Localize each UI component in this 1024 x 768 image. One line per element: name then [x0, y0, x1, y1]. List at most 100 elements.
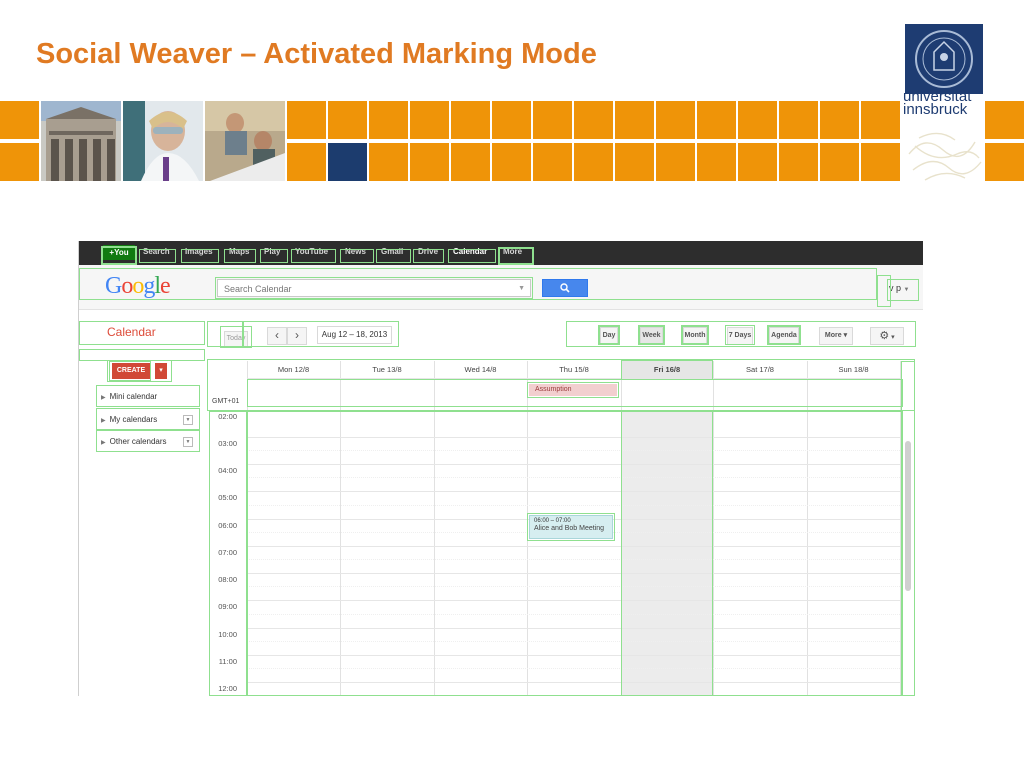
gbar-youtube-link[interactable]: YouTube	[295, 247, 328, 256]
banner-tile	[656, 101, 695, 139]
grid-divider	[247, 668, 900, 669]
gbar-images-link[interactable]: Images	[185, 247, 213, 256]
create-menu-button[interactable]: ▾	[155, 363, 167, 379]
view-7days-button[interactable]: 7 Days	[727, 327, 753, 345]
banner-tile	[451, 101, 490, 139]
calendar-app-title: Calendar	[107, 325, 156, 339]
chevron-down-icon[interactable]: ▼	[183, 415, 193, 425]
banner-tile	[861, 101, 900, 139]
banner-tile-navy	[328, 143, 367, 181]
sidebar-item-mini-calendar[interactable]: ▶ Mini calendar	[99, 387, 197, 407]
scrollbar[interactable]	[905, 441, 911, 591]
sidebar-item-my-calendars[interactable]: ▶ My calendars ▼	[99, 410, 197, 430]
allday-event[interactable]: Assumption	[529, 384, 617, 396]
logo-line-2: innsbruck	[903, 101, 968, 118]
day-header[interactable]: Tue 13/8	[340, 361, 434, 378]
gear-icon: ⚙	[879, 330, 890, 342]
calendar-screenshot: +You Search Images Maps Play YouTube New…	[78, 241, 923, 696]
gbar-gmail-link[interactable]: Gmail	[381, 247, 403, 256]
hour-label: 04:00	[218, 466, 237, 475]
prev-week-button[interactable]: ‹	[267, 327, 287, 345]
caret-right-icon: ▶	[101, 440, 106, 446]
view-week-button[interactable]: Week	[640, 327, 663, 345]
banner-tile	[615, 143, 654, 181]
settings-button[interactable]: ⚙ ▾	[870, 327, 904, 345]
banner-tile	[779, 101, 818, 139]
grid-divider	[247, 559, 900, 560]
marking-highlight	[79, 349, 205, 361]
search-calendar-input[interactable]: Search Calendar ▼	[217, 279, 531, 297]
gbar-you-link[interactable]: +You	[103, 245, 135, 260]
grid-divider	[247, 628, 900, 629]
chevron-down-icon[interactable]: ▼	[183, 437, 193, 447]
day-header[interactable]: Sun 18/8	[807, 361, 900, 378]
banner-tile	[656, 143, 695, 181]
student-photo	[205, 101, 285, 181]
chevron-down-icon[interactable]: ▼	[518, 280, 525, 298]
grid-divider	[527, 361, 528, 696]
grid-divider	[247, 410, 900, 411]
gbar-more-link[interactable]: More	[503, 247, 522, 256]
hour-label: 05:00	[218, 493, 237, 502]
banner-tile	[369, 143, 408, 181]
search-button[interactable]	[542, 279, 588, 297]
grid-divider	[713, 361, 714, 696]
event-time: 06:00 – 07:00	[534, 518, 571, 524]
banner-tile	[451, 143, 490, 181]
next-week-button[interactable]: ›	[287, 327, 307, 345]
view-month-button[interactable]: Month	[683, 327, 707, 345]
banner-tile	[492, 143, 531, 181]
gbar-drive-link[interactable]: Drive	[418, 247, 438, 256]
today-button[interactable]: Today	[224, 331, 248, 347]
day-header[interactable]: Thu 15/8	[527, 361, 621, 378]
grid-divider	[247, 505, 900, 506]
grid-divider	[247, 655, 900, 656]
gbar-maps-link[interactable]: Maps	[229, 247, 249, 256]
day-header[interactable]: Mon 12/8	[247, 361, 340, 378]
more-views-button[interactable]: More ▾	[819, 327, 853, 345]
banner-tile	[779, 143, 818, 181]
banner-tile	[410, 143, 449, 181]
google-logo[interactable]: Google	[105, 273, 171, 300]
sidebar-item-other-calendars[interactable]: ▶ Other calendars ▼	[99, 432, 197, 452]
search-icon	[560, 283, 570, 293]
banner-tile	[0, 143, 39, 181]
date-range-label[interactable]: Aug 12 – 18, 2013	[317, 326, 392, 344]
gbar-play-link[interactable]: Play	[264, 247, 280, 256]
gbar-calendar-link[interactable]: Calendar	[453, 247, 487, 256]
gbar-news-link[interactable]: News	[345, 247, 366, 256]
university-seal	[905, 24, 983, 94]
banner-tile	[615, 101, 654, 139]
grid-divider	[247, 464, 900, 465]
day-header-today[interactable]: Fri 16/8	[621, 361, 713, 378]
account-button[interactable]: v p ▼	[889, 279, 917, 297]
grid-divider	[340, 361, 341, 696]
marking-highlight	[247, 411, 903, 696]
logo-scribble	[908, 132, 982, 181]
grid-divider	[247, 437, 900, 438]
banner-tile	[533, 143, 572, 181]
banner-tile	[861, 143, 900, 181]
hour-label: 12:00	[218, 684, 237, 693]
hour-label: 09:00	[218, 602, 237, 611]
day-header[interactable]: Wed 14/8	[434, 361, 527, 378]
header-banner	[0, 101, 905, 181]
gbar-search-link[interactable]: Search	[143, 247, 170, 256]
calendar-event[interactable]: 06:00 – 07:00 Alice and Bob Meeting	[529, 515, 613, 539]
grid-divider	[247, 477, 900, 478]
hour-label: 11:00	[218, 657, 237, 666]
banner-tile	[738, 143, 777, 181]
grid-divider	[247, 600, 900, 601]
lab-photo	[123, 101, 203, 181]
grid-divider	[247, 491, 900, 492]
view-agenda-button[interactable]: Agenda	[769, 327, 799, 345]
banner-tile	[410, 101, 449, 139]
view-day-button[interactable]: Day	[600, 327, 618, 345]
day-header[interactable]: Sat 17/8	[713, 361, 807, 378]
create-event-button[interactable]: CREATE	[112, 363, 150, 379]
banner-tile	[697, 101, 736, 139]
caret-right-icon: ▶	[101, 395, 106, 401]
timezone-label: GMT+01	[212, 398, 240, 405]
university-logo: universität innsbruck	[903, 24, 985, 181]
banner-tile	[492, 101, 531, 139]
